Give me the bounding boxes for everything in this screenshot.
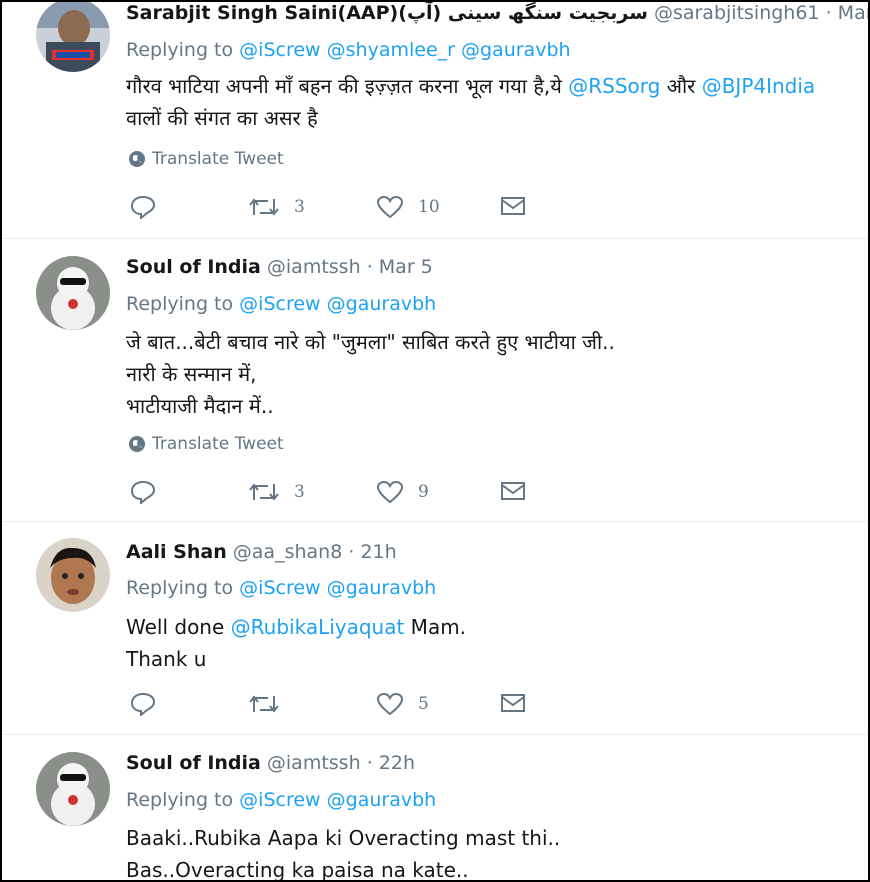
tweet[interactable]: Aali Shan @aa_shan8 · 21h Replying to @i…: [2, 521, 868, 735]
reply-button[interactable]: [130, 195, 156, 219]
globe-icon: [129, 436, 145, 452]
tweet-text: Well done @RubikaLiyaquat Mam. Thank u: [126, 611, 466, 675]
retweet-count: 3: [294, 197, 305, 217]
timestamp[interactable]: 22h: [379, 752, 415, 774]
retweet-button[interactable]: [248, 692, 294, 716]
mention-link[interactable]: @RSSorg: [568, 74, 660, 98]
retweet-button[interactable]: 3: [248, 480, 305, 504]
mention-link[interactable]: @iScrew: [239, 789, 320, 811]
display-name[interactable]: Soul of India: [126, 256, 261, 278]
dm-button[interactable]: [500, 195, 526, 217]
mention-link[interactable]: @gauravbh: [327, 577, 437, 599]
like-button[interactable]: 9: [376, 480, 429, 504]
dm-button[interactable]: [500, 480, 526, 502]
text-line: जे बात...बेटी बचाव नारे को "जुमला" साबित…: [126, 330, 615, 354]
tweet[interactable]: Sarabjit Singh Saini(AAP)(سربجیت سنگھ سی…: [2, 2, 868, 239]
mention-link[interactable]: @gauravbh: [461, 39, 571, 61]
envelope-icon: [501, 694, 525, 712]
text-line: वालों की संगत का असर है: [126, 106, 318, 130]
replying-to: Replying to @iScrew @gauravbh: [126, 577, 436, 599]
separator-dot: ·: [348, 541, 355, 563]
replying-label: Replying to: [126, 39, 234, 61]
avatar[interactable]: [36, 538, 110, 612]
translate-label: Translate Tweet: [152, 434, 284, 454]
reply-button[interactable]: [130, 692, 156, 716]
mention-link[interactable]: @gauravbh: [327, 789, 437, 811]
text-line: नारी के सन्मान में,: [126, 362, 257, 386]
mention-link[interactable]: @iScrew: [239, 39, 320, 61]
tweet-text: Baaki..Rubika Aapa ki Overacting mast th…: [126, 822, 561, 882]
replying-to: Replying to @iScrew @gauravbh: [126, 293, 436, 315]
tweet-text: जे बात...बेटी बचाव नारे को "जुमला" साबित…: [126, 326, 615, 422]
text-segment: Well done: [126, 615, 231, 639]
timestamp[interactable]: 21h: [360, 541, 396, 563]
user-handle[interactable]: @iamtssh: [267, 256, 361, 278]
user-handle[interactable]: @iamtssh: [267, 752, 361, 774]
timestamp[interactable]: Mar 5: [379, 256, 433, 278]
timestamp[interactable]: Mar 5: [838, 2, 868, 24]
translate-tweet-link[interactable]: Translate Tweet: [128, 434, 284, 454]
text-segment: गौरव भाटिया अपनी माँ बहन की इज़्ज़त करना…: [126, 74, 569, 98]
text-segment: और: [660, 74, 702, 98]
retweet-icon: [249, 483, 279, 501]
retweet-count: 3: [294, 482, 305, 502]
envelope-icon: [501, 197, 525, 215]
avatar[interactable]: [36, 256, 110, 330]
globe-icon: [129, 151, 145, 167]
like-button[interactable]: 5: [376, 692, 429, 716]
mention-link[interactable]: @shyamlee_r: [327, 39, 455, 61]
replying-label: Replying to: [126, 789, 234, 811]
text-line: Bas..Overacting ka paisa na kate..: [126, 858, 469, 882]
separator-dot: ·: [825, 2, 832, 24]
replying-to: Replying to @iScrew @shyamlee_r @gauravb…: [126, 39, 571, 61]
mention-link[interactable]: @iScrew: [239, 293, 320, 315]
translate-label: Translate Tweet: [152, 149, 284, 169]
display-name[interactable]: Soul of India: [126, 752, 261, 774]
tweet[interactable]: Soul of India @iamtssh · Mar 5 Replying …: [2, 238, 868, 522]
replying-to: Replying to @iScrew @gauravbh: [126, 789, 436, 811]
twitter-replies-panel: Sarabjit Singh Saini(AAP)(سربجیت سنگھ سی…: [0, 0, 870, 882]
reply-icon: [130, 480, 156, 504]
text-segment: Mam.: [404, 615, 467, 639]
retweet-icon: [249, 695, 279, 713]
envelope-icon: [501, 482, 525, 500]
like-count: 9: [418, 482, 429, 502]
like-button[interactable]: 10: [376, 195, 440, 219]
reply-icon: [130, 692, 156, 716]
replying-label: Replying to: [126, 293, 234, 315]
mention-link[interactable]: @RubikaLiyaquat: [231, 615, 405, 639]
tweet[interactable]: Soul of India @iamtssh · 22h Replying to…: [2, 734, 868, 882]
translate-tweet-link[interactable]: Translate Tweet: [128, 149, 284, 169]
heart-icon: [376, 480, 404, 504]
mention-link[interactable]: @BJP4India: [702, 74, 816, 98]
user-handle[interactable]: @sarabjitsingh61: [654, 2, 820, 24]
separator-dot: ·: [366, 256, 373, 278]
tweet-text: गौरव भाटिया अपनी माँ बहन की इज़्ज़त करना…: [126, 70, 815, 134]
mention-link[interactable]: @gauravbh: [327, 293, 437, 315]
mention-link[interactable]: @iScrew: [239, 577, 320, 599]
text-line: भाटीयाजी मैदान में..: [126, 394, 274, 418]
replying-label: Replying to: [126, 577, 234, 599]
retweet-button[interactable]: 3: [248, 195, 305, 219]
reply-button[interactable]: [130, 480, 156, 504]
text-line: Baaki..Rubika Aapa ki Overacting mast th…: [126, 826, 561, 850]
like-count: 5: [418, 694, 429, 714]
reply-icon: [130, 195, 156, 219]
user-handle[interactable]: @aa_shan8: [233, 541, 343, 563]
separator-dot: ·: [366, 752, 373, 774]
text-line: Thank u: [126, 647, 207, 671]
dm-button[interactable]: [500, 692, 526, 714]
heart-icon: [376, 692, 404, 716]
display-name[interactable]: Aali Shan: [126, 541, 227, 563]
heart-icon: [376, 195, 404, 219]
like-count: 10: [418, 197, 440, 217]
avatar[interactable]: [36, 752, 110, 826]
avatar[interactable]: [36, 2, 110, 72]
display-name[interactable]: Sarabjit Singh Saini(AAP)(سربجیت سنگھ سی…: [126, 2, 648, 24]
retweet-icon: [249, 198, 279, 216]
